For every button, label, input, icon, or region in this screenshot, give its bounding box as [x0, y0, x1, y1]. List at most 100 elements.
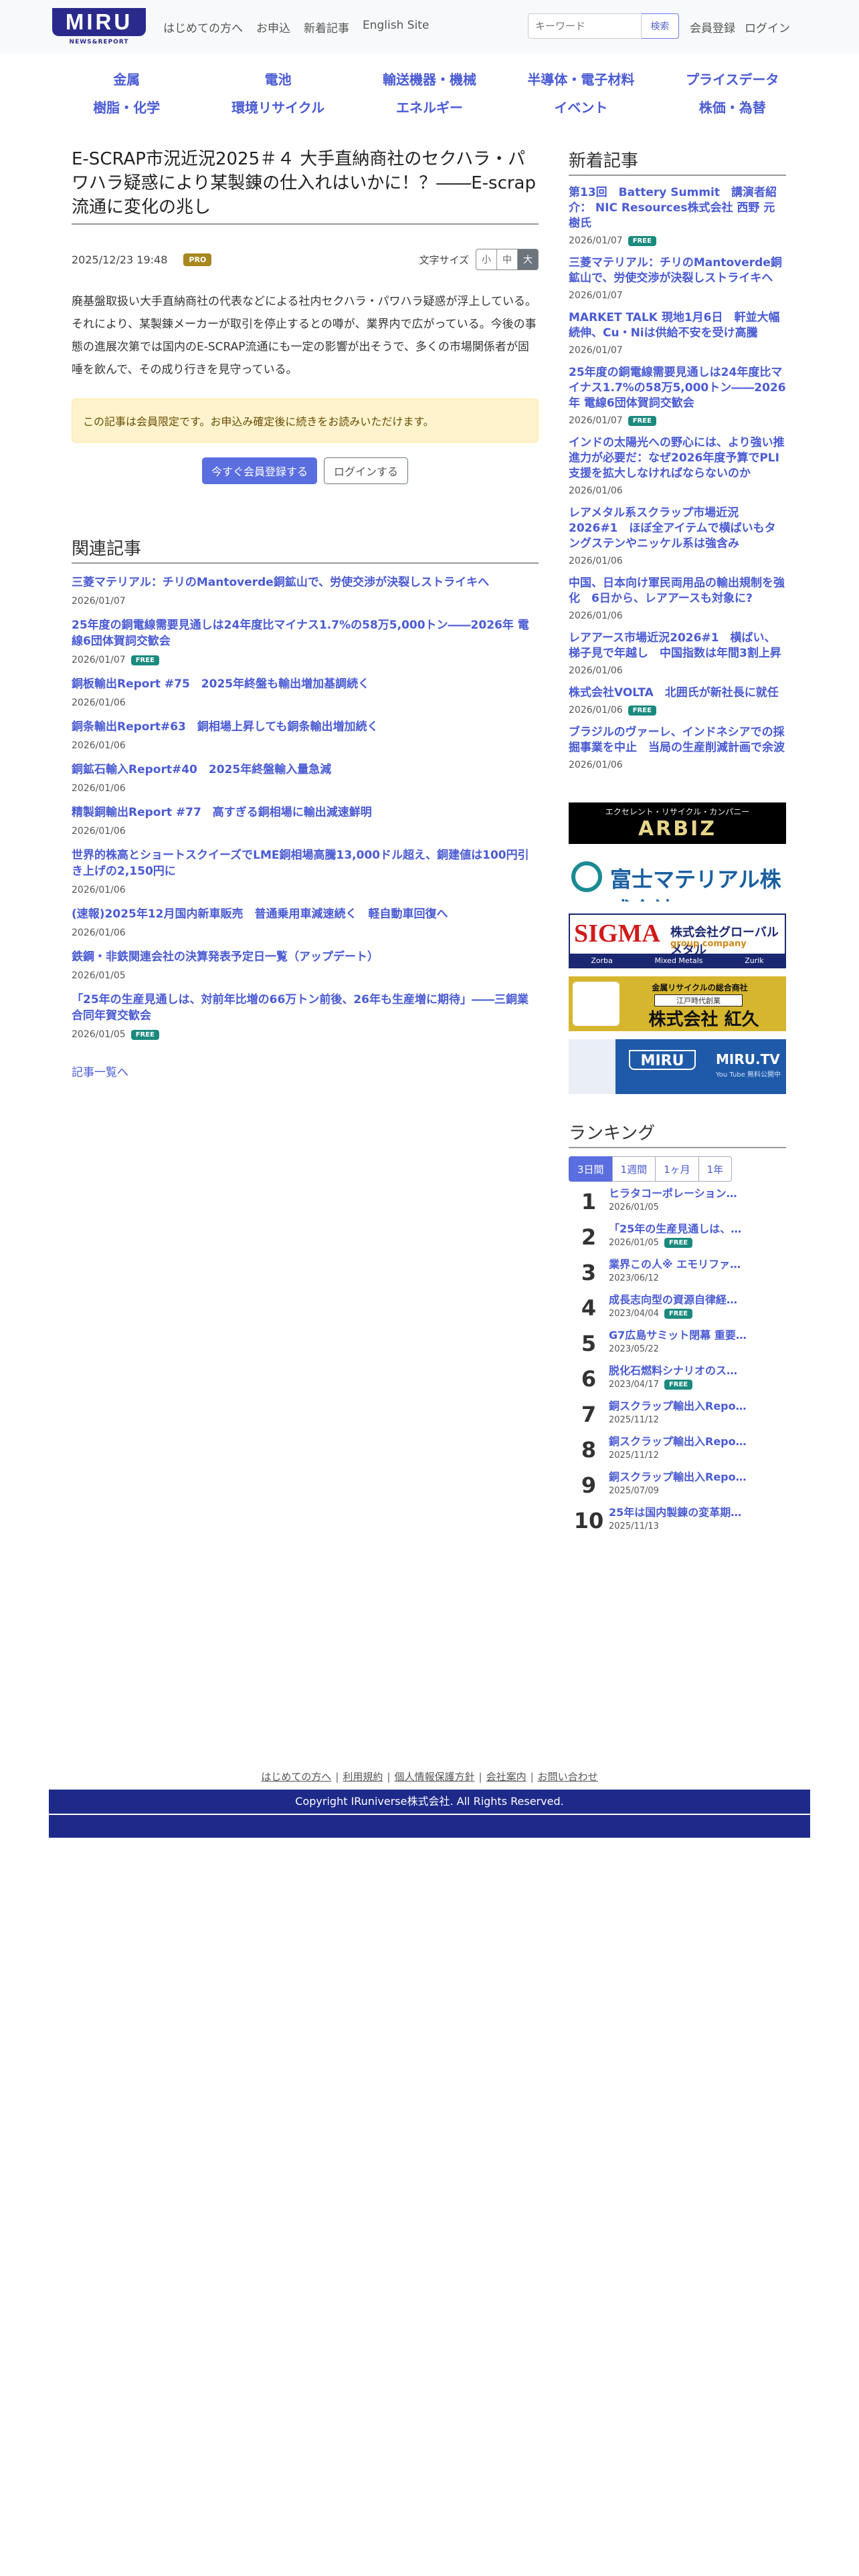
- related-article-link[interactable]: 「25年の生産見通しは、対前年比増の66万トン前後、26年も生産増に期待」――三…: [72, 992, 539, 1024]
- related-article-link[interactable]: (速報)2025年12月国内新車販売 普通乗用車減速続く 軽自動車回復へ: [72, 906, 539, 922]
- category-recycle[interactable]: 環境リサイクル: [202, 97, 353, 116]
- latest-article-link[interactable]: 三菱マテリアル：チリのMantoverde銅鉱山で、労使交渉が決裂しストライキへ: [569, 255, 786, 286]
- article-date: 2026/01/05: [72, 970, 126, 981]
- ranking-row: 2 「25年の生産見通しは、… 2026/01/05 FREE: [569, 1222, 786, 1253]
- article-date-row: 2026/01/06: [569, 611, 786, 621]
- ranking-article-link[interactable]: G7広島サミット閉幕 重要…: [609, 1328, 776, 1343]
- cta-buttons: 今すぐ会員登録する ログインする: [72, 457, 539, 484]
- free-badge: FREE: [628, 705, 656, 716]
- category-transport[interactable]: 輸送機器・機械: [354, 69, 505, 88]
- category-stock[interactable]: 株価・為替: [657, 97, 808, 116]
- latest-article-link[interactable]: レアアース市場近況2026#1 横ばい、梯子見で年越し 中国指数は年間3割上昇: [569, 631, 786, 661]
- rank-number: 1: [581, 1189, 597, 1214]
- related-article-link[interactable]: 銅板輸出Report #75 2025年終盤も輸出増加基調続く: [72, 676, 539, 692]
- tab-3days[interactable]: 3日間: [569, 1156, 613, 1182]
- ranking-row: 9 銅スクラップ輸出入Repo… 2025/07/09: [569, 1470, 786, 1501]
- article-date: 2026/01/07: [72, 655, 126, 665]
- latest-article-link[interactable]: 第13回 Battery Summit 講演者紹介： NIC Resources…: [569, 185, 786, 231]
- list-item: インドの太陽光への野心には、より強い推進力が必要だ：なぜ2026年度予算でPLI…: [569, 435, 786, 496]
- login-link[interactable]: ログイン: [745, 22, 790, 35]
- nav-link-english[interactable]: English Site: [363, 19, 429, 35]
- ranking-tabs: 3日間 1週間 1ヶ月 1年: [569, 1156, 786, 1182]
- tab-1year[interactable]: 1年: [698, 1156, 733, 1182]
- banner-fuji-material[interactable]: 富士マテリアル株式会社: [569, 857, 786, 901]
- footer-separator: |: [387, 1771, 391, 1783]
- category-energy[interactable]: エネルギー: [354, 97, 505, 116]
- ranking-article-link[interactable]: 成長志向型の資源自律経…: [609, 1293, 776, 1307]
- tab-1month[interactable]: 1ヶ月: [655, 1156, 699, 1182]
- banner-miru-tv[interactable]: MIRU MIRU.TV You Tube 無料公開中: [569, 1039, 786, 1094]
- ranking-article-link[interactable]: 銅スクラップ輸出入Repo…: [609, 1399, 776, 1414]
- latest-article-link[interactable]: インドの太陽光への野心には、より強い推進力が必要だ：なぜ2026年度予算でPLI…: [569, 435, 786, 481]
- arbiz-tagline: エクセレント・リサイクル・カンパニー: [605, 807, 750, 817]
- nav-link-apply[interactable]: お申込: [256, 19, 290, 35]
- category-resin[interactable]: 樹脂・化学: [51, 97, 202, 116]
- font-size-medium-button[interactable]: 中: [497, 249, 518, 270]
- fuji-ring-logo-icon: [571, 861, 602, 892]
- register-now-button[interactable]: 今すぐ会員登録する: [201, 457, 317, 484]
- category-metals[interactable]: 金属: [51, 69, 202, 88]
- related-article-link[interactable]: 三菱マテリアル：チリのMantoverde銅鉱山で、労使交渉が決裂しストライキへ: [72, 574, 539, 591]
- related-article-link[interactable]: 世界的株高とショートスクイーズでLME銅相場高騰13,000ドル超え、銅建値は1…: [72, 847, 539, 879]
- rank-number: 3: [581, 1260, 597, 1285]
- latest-article-link[interactable]: MARKET TALK 現地1月6日 軒並大幅続伸、Cu・Niは供給不安を受け高…: [569, 310, 786, 341]
- list-item: 世界的株高とショートスクイーズでLME銅相場高騰13,000ドル超え、銅建値は1…: [72, 847, 539, 895]
- article-list-link[interactable]: 記事一覧へ: [72, 1063, 539, 1079]
- article-date: 2026/01/06: [72, 885, 126, 895]
- presenter-image-icon: [569, 1039, 615, 1094]
- ranking-article-link[interactable]: 銅スクラップ輸出入Repo…: [609, 1434, 776, 1449]
- footer-separator: |: [478, 1771, 482, 1783]
- search-form: 検索: [528, 13, 679, 39]
- article-date: 2023/06/12: [609, 1273, 659, 1283]
- site-logo[interactable]: MIRU NEWS&REPORT: [52, 7, 146, 47]
- list-item: 銅鉱石輸入Report#40 2025年終盤輸入量急減 2026/01/06: [72, 762, 539, 794]
- login-button[interactable]: ログインする: [324, 457, 409, 484]
- latest-article-link[interactable]: ブラジルのヴァーレ、インドネシアでの採掘事業を中止 当局の生産削減計画で余波: [569, 725, 786, 756]
- rank-body: 業界この人※ エモリファ… 2023/06/12: [609, 1257, 776, 1288]
- related-article-link[interactable]: 銅鉱石輸入Report#40 2025年終盤輸入量急減: [72, 762, 539, 778]
- related-article-link[interactable]: 精製銅輸出Report #77 高すぎる銅相場に輸出減速鮮明: [72, 804, 539, 821]
- list-item: 「25年の生産見通しは、対前年比増の66万トン前後、26年も生産増に期待」――三…: [72, 992, 539, 1040]
- footer-link-beginners[interactable]: はじめての方へ: [261, 1771, 331, 1783]
- footer-link-contact[interactable]: お問い合わせ: [538, 1771, 598, 1783]
- ranking-article-link[interactable]: 脱化石燃料シナリオのス…: [609, 1364, 776, 1378]
- fuji-name: 富士マテリアル株式会社: [610, 867, 781, 901]
- tab-1week[interactable]: 1週間: [611, 1156, 656, 1182]
- footer-link-terms[interactable]: 利用規約: [343, 1771, 383, 1783]
- latest-article-link[interactable]: 株式会社VOLTA 北囲氏が新社長に就任: [569, 685, 786, 701]
- list-item: 三菱マテリアル：チリのMantoverde銅鉱山で、労使交渉が決裂しストライキへ…: [569, 255, 786, 301]
- register-link[interactable]: 会員登録: [690, 22, 735, 35]
- category-price-data[interactable]: プライスデータ: [657, 69, 808, 88]
- nav-link-beginners[interactable]: はじめての方へ: [163, 19, 243, 35]
- related-article-link[interactable]: 25年度の銅電線需要見通しは24年度比マイナス1.7%の58万5,000トン――…: [72, 617, 539, 649]
- latest-article-link[interactable]: 中国、日本向け軍民両用品の輸出規制を強化 6日から、レアアースも対象に?: [569, 576, 786, 607]
- ranking-article-link[interactable]: ヒラタコーポレーション…: [609, 1186, 776, 1201]
- article-date-row: 2025/07/09: [609, 1486, 776, 1496]
- font-size-small-button[interactable]: 小: [476, 249, 497, 270]
- category-semiconductor[interactable]: 半導体・電子材料: [505, 69, 656, 88]
- footer-link-privacy[interactable]: 個人情報保護方針: [394, 1771, 474, 1783]
- banner-arbiz[interactable]: エクセレント・リサイクル・カンパニー ARBIZ: [569, 802, 786, 844]
- search-button[interactable]: 検索: [642, 13, 679, 39]
- nav-link-latest[interactable]: 新着記事: [304, 19, 349, 35]
- rank-body: 成長志向型の資源自律経… 2023/04/04 FREE: [609, 1293, 776, 1323]
- footer-link-company[interactable]: 会社案内: [486, 1771, 527, 1783]
- banner-kohisa[interactable]: 金属リサイクルの総合商社 江戸時代創業 株式会社 紅久: [569, 976, 786, 1031]
- search-input[interactable]: [528, 13, 642, 39]
- latest-article-link[interactable]: レアメタル系スクラップ市場近況2026#1 ほぼ全アイテムで横ばいもタングステン…: [569, 506, 786, 552]
- latest-article-link[interactable]: 25年度の銅電線需要見通しは24年度比マイナス1.7%の58万5,000トン――…: [569, 365, 786, 411]
- related-article-link[interactable]: 銅条輸出Report#63 銅相場上昇しても銅条輸出増加続く: [72, 719, 539, 735]
- related-article-link[interactable]: 鉄鋼・非鉄関連会社の決算発表予定日一覧（アップデート）: [72, 949, 539, 965]
- ranking-article-link[interactable]: 「25年の生産見通しは、…: [609, 1222, 776, 1237]
- logo-subtitle: NEWS&REPORT: [69, 39, 129, 45]
- article-date-row: 2025/11/12: [609, 1415, 776, 1425]
- banner-sigma[interactable]: SIGMA 株式会社グローバルメタル group company Zorba M…: [569, 914, 786, 968]
- ranking-article-link[interactable]: 業界この人※ エモリファ…: [609, 1257, 776, 1272]
- ranking-article-link[interactable]: 銅スクラップ輸出入Repo…: [609, 1470, 776, 1485]
- category-event[interactable]: イベント: [505, 97, 656, 116]
- font-size-large-button[interactable]: 大: [518, 249, 538, 270]
- ranking-article-link[interactable]: 25年は国内製錬の変革期…: [609, 1505, 776, 1520]
- article-date: 2026/01/07: [72, 596, 126, 607]
- category-battery[interactable]: 電池: [202, 69, 353, 88]
- article-date: 2026/01/07: [569, 345, 623, 356]
